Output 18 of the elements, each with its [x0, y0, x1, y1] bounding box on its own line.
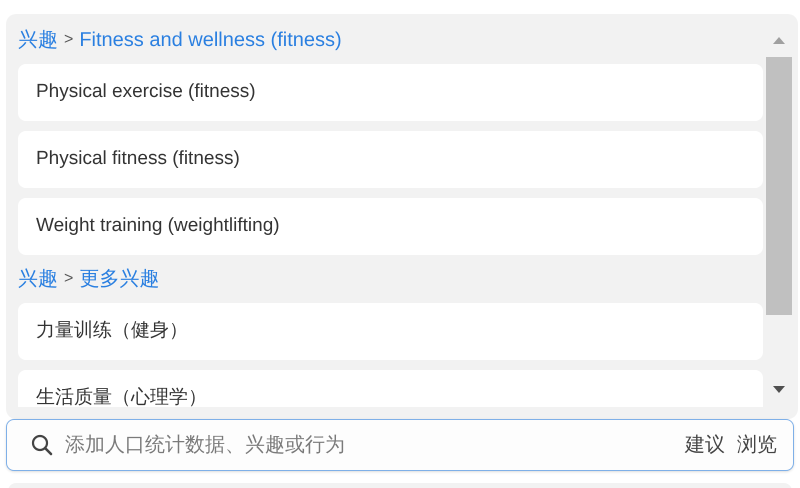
breadcrumb-link[interactable]: 兴趣 [18, 264, 58, 294]
breadcrumb-link[interactable]: 兴趣 [18, 25, 58, 55]
result-item[interactable]: Physical exercise (fitness) [18, 64, 763, 121]
result-item[interactable]: 生活质量（心理学） [18, 370, 763, 407]
result-item[interactable]: Physical fitness (fitness) [18, 131, 763, 188]
search-field[interactable]: 添加人口统计数据、兴趣或行为 建议 浏览 [6, 419, 794, 471]
scroll-up-icon[interactable] [772, 36, 786, 45]
search-action-link[interactable]: 浏览 [737, 430, 777, 460]
breadcrumb-separator: > [64, 269, 74, 289]
breadcrumb-separator: > [64, 30, 74, 50]
scroll-down-icon[interactable] [772, 385, 786, 394]
result-item[interactable]: 力量训练（健身） [18, 303, 763, 360]
result-item[interactable]: Weight training (weightlifting) [18, 198, 763, 255]
breadcrumb-link[interactable]: 更多兴趣 [79, 264, 160, 294]
search-action-link[interactable]: 建议 [685, 430, 725, 460]
search-icon [31, 434, 53, 456]
scrollbar-thumb[interactable] [766, 57, 792, 315]
breadcrumb-link[interactable]: Fitness and wellness (fitness) [79, 25, 342, 55]
